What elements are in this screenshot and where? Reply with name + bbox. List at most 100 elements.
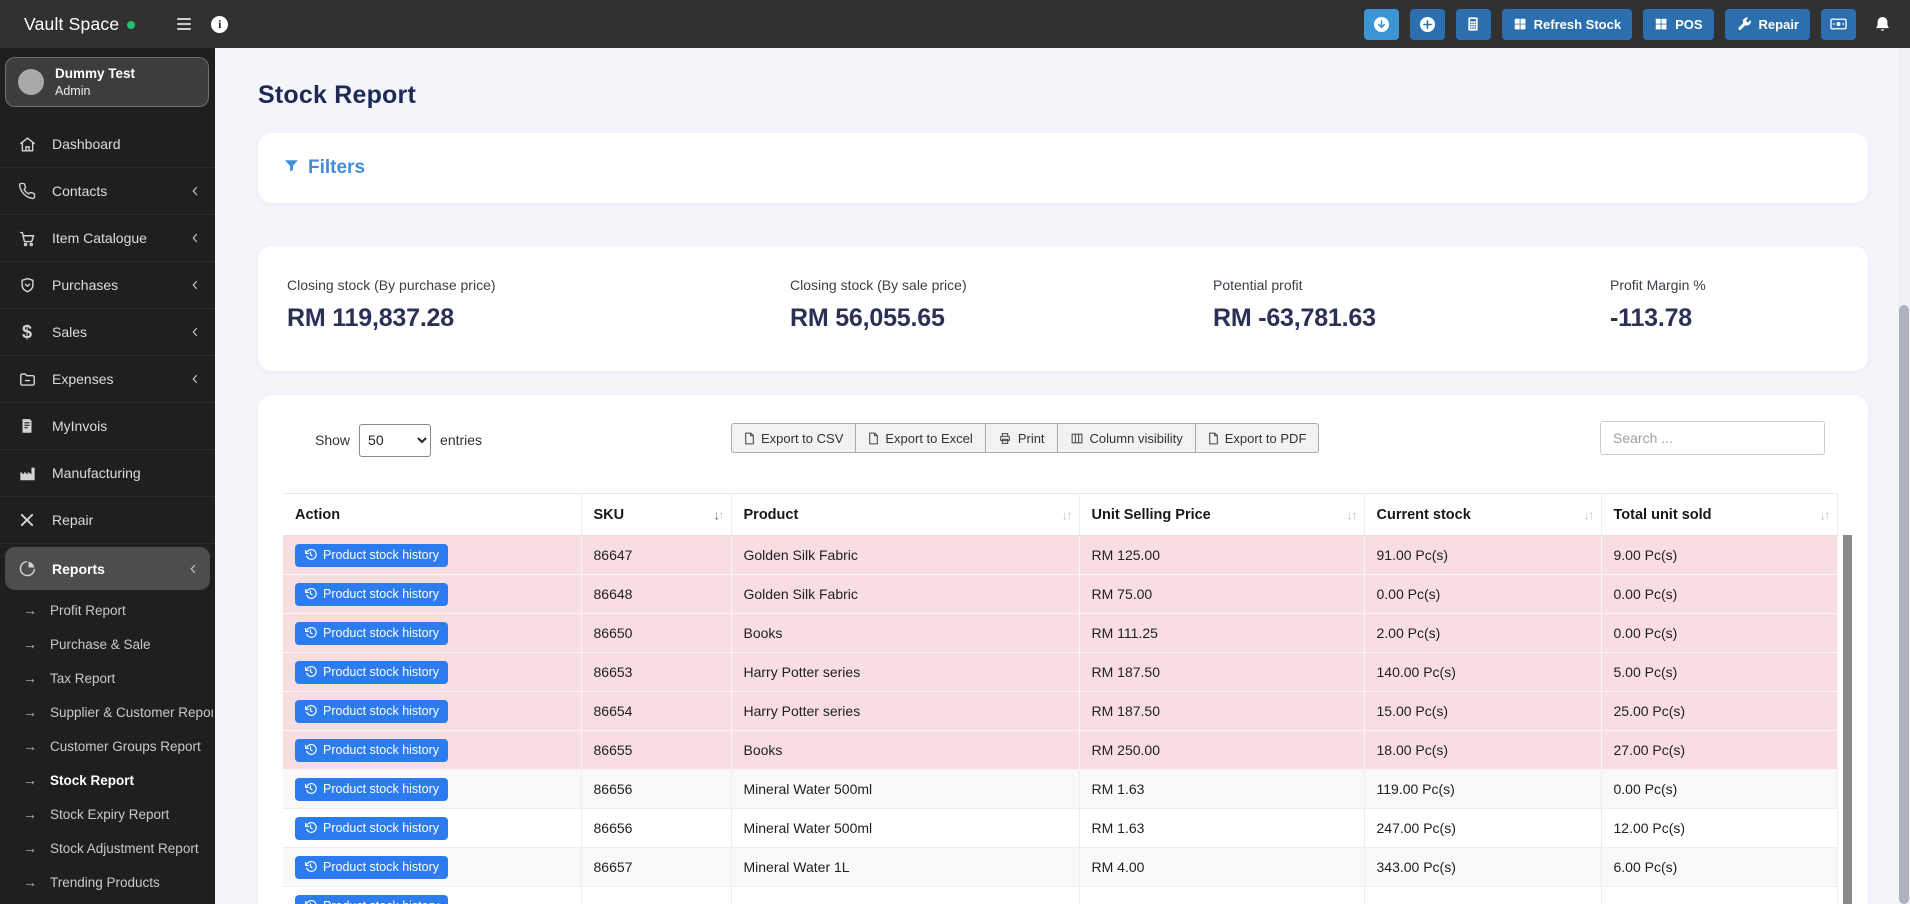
sidebar-subitem-trending-products[interactable]: →Trending Products: [0, 865, 215, 899]
sidebar-item-expenses[interactable]: Expenses: [0, 356, 215, 403]
grid-icon: [1513, 17, 1527, 31]
summary-potential-profit: Potential profitRM -63,781.63: [1213, 277, 1376, 333]
repair-button[interactable]: Repair: [1725, 9, 1810, 40]
chevron-left-icon: [188, 325, 202, 339]
filters-toggle[interactable]: Filters: [283, 157, 365, 180]
export-to-pdf-button[interactable]: Export to PDF: [1195, 423, 1320, 453]
column-header-total-unit-sold[interactable]: Total unit sold↓↑: [1601, 494, 1837, 536]
cell-sku: 86657: [581, 848, 731, 887]
table-scrollbar[interactable]: [1843, 535, 1852, 904]
notifications-button[interactable]: [1873, 15, 1892, 34]
user-card[interactable]: Dummy Test Admin: [5, 57, 209, 107]
main-content: Stock Report Filters Closing stock (By p…: [215, 48, 1910, 904]
column-header-unit-selling-price[interactable]: Unit Selling Price↓↑: [1079, 494, 1364, 536]
sidebar-subitem-tax-report[interactable]: → Tax Report: [0, 661, 215, 695]
product-stock-history-button[interactable]: Product stock history: [295, 544, 448, 567]
calculator-button[interactable]: [1456, 9, 1491, 40]
page-size-select[interactable]: 50: [359, 424, 431, 457]
cell-current-stock: 140.00 Pc(s): [1364, 653, 1601, 692]
cell-product: Harry Potter series: [731, 653, 1079, 692]
sort-icon: ↓↑: [1820, 507, 1829, 522]
print-button[interactable]: Print: [985, 423, 1058, 453]
cash-button[interactable]: [1821, 9, 1856, 40]
cell-action: Product stock history: [283, 809, 581, 848]
sidebar-item-manufacturing[interactable]: Manufacturing: [0, 450, 215, 497]
app-brand: Vault Space: [24, 14, 135, 35]
sidebar-subitem-label: Stock Report: [50, 773, 134, 788]
column-header-product[interactable]: Product↓↑: [731, 494, 1079, 536]
hamburger-menu-icon[interactable]: [177, 18, 191, 30]
cell-sku: 86653: [581, 653, 731, 692]
column-header-sku[interactable]: SKU↓↑: [581, 494, 731, 536]
export-to-csv-button[interactable]: Export to CSV: [731, 423, 856, 453]
sidebar-item-label: Dashboard: [52, 136, 121, 152]
cell-sku: 86655: [581, 731, 731, 770]
product-stock-history-button[interactable]: Product stock history: [295, 700, 448, 723]
cell-current-stock: [1364, 887, 1601, 904]
cell-total-unit-sold: 0.00 Pc(s): [1601, 770, 1837, 809]
cash-icon: [1829, 16, 1848, 32]
cell-sku: 86656: [581, 809, 731, 848]
sidebar-subitem-label: Tax Report: [50, 671, 115, 686]
folder-icon: [18, 370, 37, 389]
page-scrollbar-thumb[interactable]: [1899, 305, 1909, 904]
product-stock-history-button[interactable]: Product stock history: [295, 895, 448, 904]
product-stock-history-button[interactable]: Product stock history: [295, 622, 448, 645]
bell-icon: [1873, 15, 1892, 34]
table-header-row: ActionSKU↓↑Product↓↑Unit Selling Price↓↑…: [283, 494, 1837, 536]
circle-plus-button[interactable]: [1410, 9, 1445, 40]
product-stock-history-button[interactable]: Product stock history: [295, 739, 448, 762]
search-input[interactable]: [1600, 421, 1825, 455]
sidebar-subitem-stock-adjustment-report[interactable]: →Stock Adjustment Report: [0, 831, 215, 865]
cell-product: Mineral Water 500ml: [731, 809, 1079, 848]
history-icon: [304, 587, 317, 600]
history-icon: [304, 626, 317, 639]
cell-total-unit-sold: 12.00 Pc(s): [1601, 809, 1837, 848]
sidebar-subitem-supplier-customer-report[interactable]: →Supplier & Customer Report: [0, 695, 215, 729]
column-header-current-stock[interactable]: Current stock↓↑: [1364, 494, 1601, 536]
product-stock-history-button[interactable]: Product stock history: [295, 817, 448, 840]
sidebar-item-myinvois[interactable]: MyInvois: [0, 403, 215, 450]
product-stock-history-button[interactable]: Product stock history: [295, 856, 448, 879]
sidebar-item-repair[interactable]: Repair: [0, 497, 215, 544]
circle-plus-icon: [1418, 15, 1437, 34]
cell-total-unit-sold: 9.00 Pc(s): [1601, 536, 1837, 575]
cell-action: Product stock history: [283, 653, 581, 692]
sidebar-subitem-purchase-sale[interactable]: →Purchase & Sale: [0, 627, 215, 661]
arrow-right-icon: →: [23, 874, 37, 890]
calculator-icon: [1465, 15, 1481, 33]
sidebar-subitem-stock-expiry-report[interactable]: →Stock Expiry Report: [0, 797, 215, 831]
sort-icon: ↓↑: [1584, 507, 1593, 522]
sidebar-item-item-catalogue[interactable]: Item Catalogue: [0, 215, 215, 262]
sidebar-item-reports[interactable]: Reports: [5, 547, 210, 590]
cell-unit-selling-price: RM 187.50: [1079, 653, 1364, 692]
sidebar-item-purchases[interactable]: Purchases: [0, 262, 215, 309]
cell-sku: [581, 887, 731, 904]
sidebar-subitem-stock-report[interactable]: →Stock Report: [0, 763, 215, 797]
arrow-right-icon: →: [23, 670, 37, 686]
history-icon: [304, 548, 317, 561]
history-icon: [304, 704, 317, 717]
product-stock-history-button[interactable]: Product stock history: [295, 778, 448, 801]
circle-down-button[interactable]: [1364, 9, 1399, 40]
sidebar-item-contacts[interactable]: Contacts: [0, 168, 215, 215]
circle-down-icon: [1372, 15, 1391, 34]
column-visibility-button[interactable]: Column visibility: [1057, 423, 1196, 453]
product-stock-history-button[interactable]: Product stock history: [295, 661, 448, 684]
sidebar-item-dashboard[interactable]: Dashboard: [0, 121, 215, 168]
sidebar-subitem-profit-report[interactable]: →Profit Report: [0, 593, 215, 627]
info-icon[interactable]: i: [211, 16, 228, 33]
refresh-stock-button[interactable]: Refresh Stock: [1502, 9, 1632, 40]
sidebar-item-sales[interactable]: $Sales: [0, 309, 215, 356]
sort-icon: ↓↑: [1062, 507, 1071, 522]
export-to-excel-button[interactable]: Export to Excel: [855, 423, 985, 453]
product-stock-history-button[interactable]: Product stock history: [295, 583, 448, 606]
sidebar-subitem-customer-groups-report[interactable]: →Customer Groups Report: [0, 729, 215, 763]
cell-current-stock: 15.00 Pc(s): [1364, 692, 1601, 731]
cell-unit-selling-price: [1079, 887, 1364, 904]
summary-label: Closing stock (By purchase price): [287, 277, 496, 293]
pos-button[interactable]: POS: [1643, 9, 1713, 40]
cell-sku: 86656: [581, 770, 731, 809]
cell-action: Product stock history: [283, 887, 581, 904]
cell-total-unit-sold: [1601, 887, 1837, 904]
